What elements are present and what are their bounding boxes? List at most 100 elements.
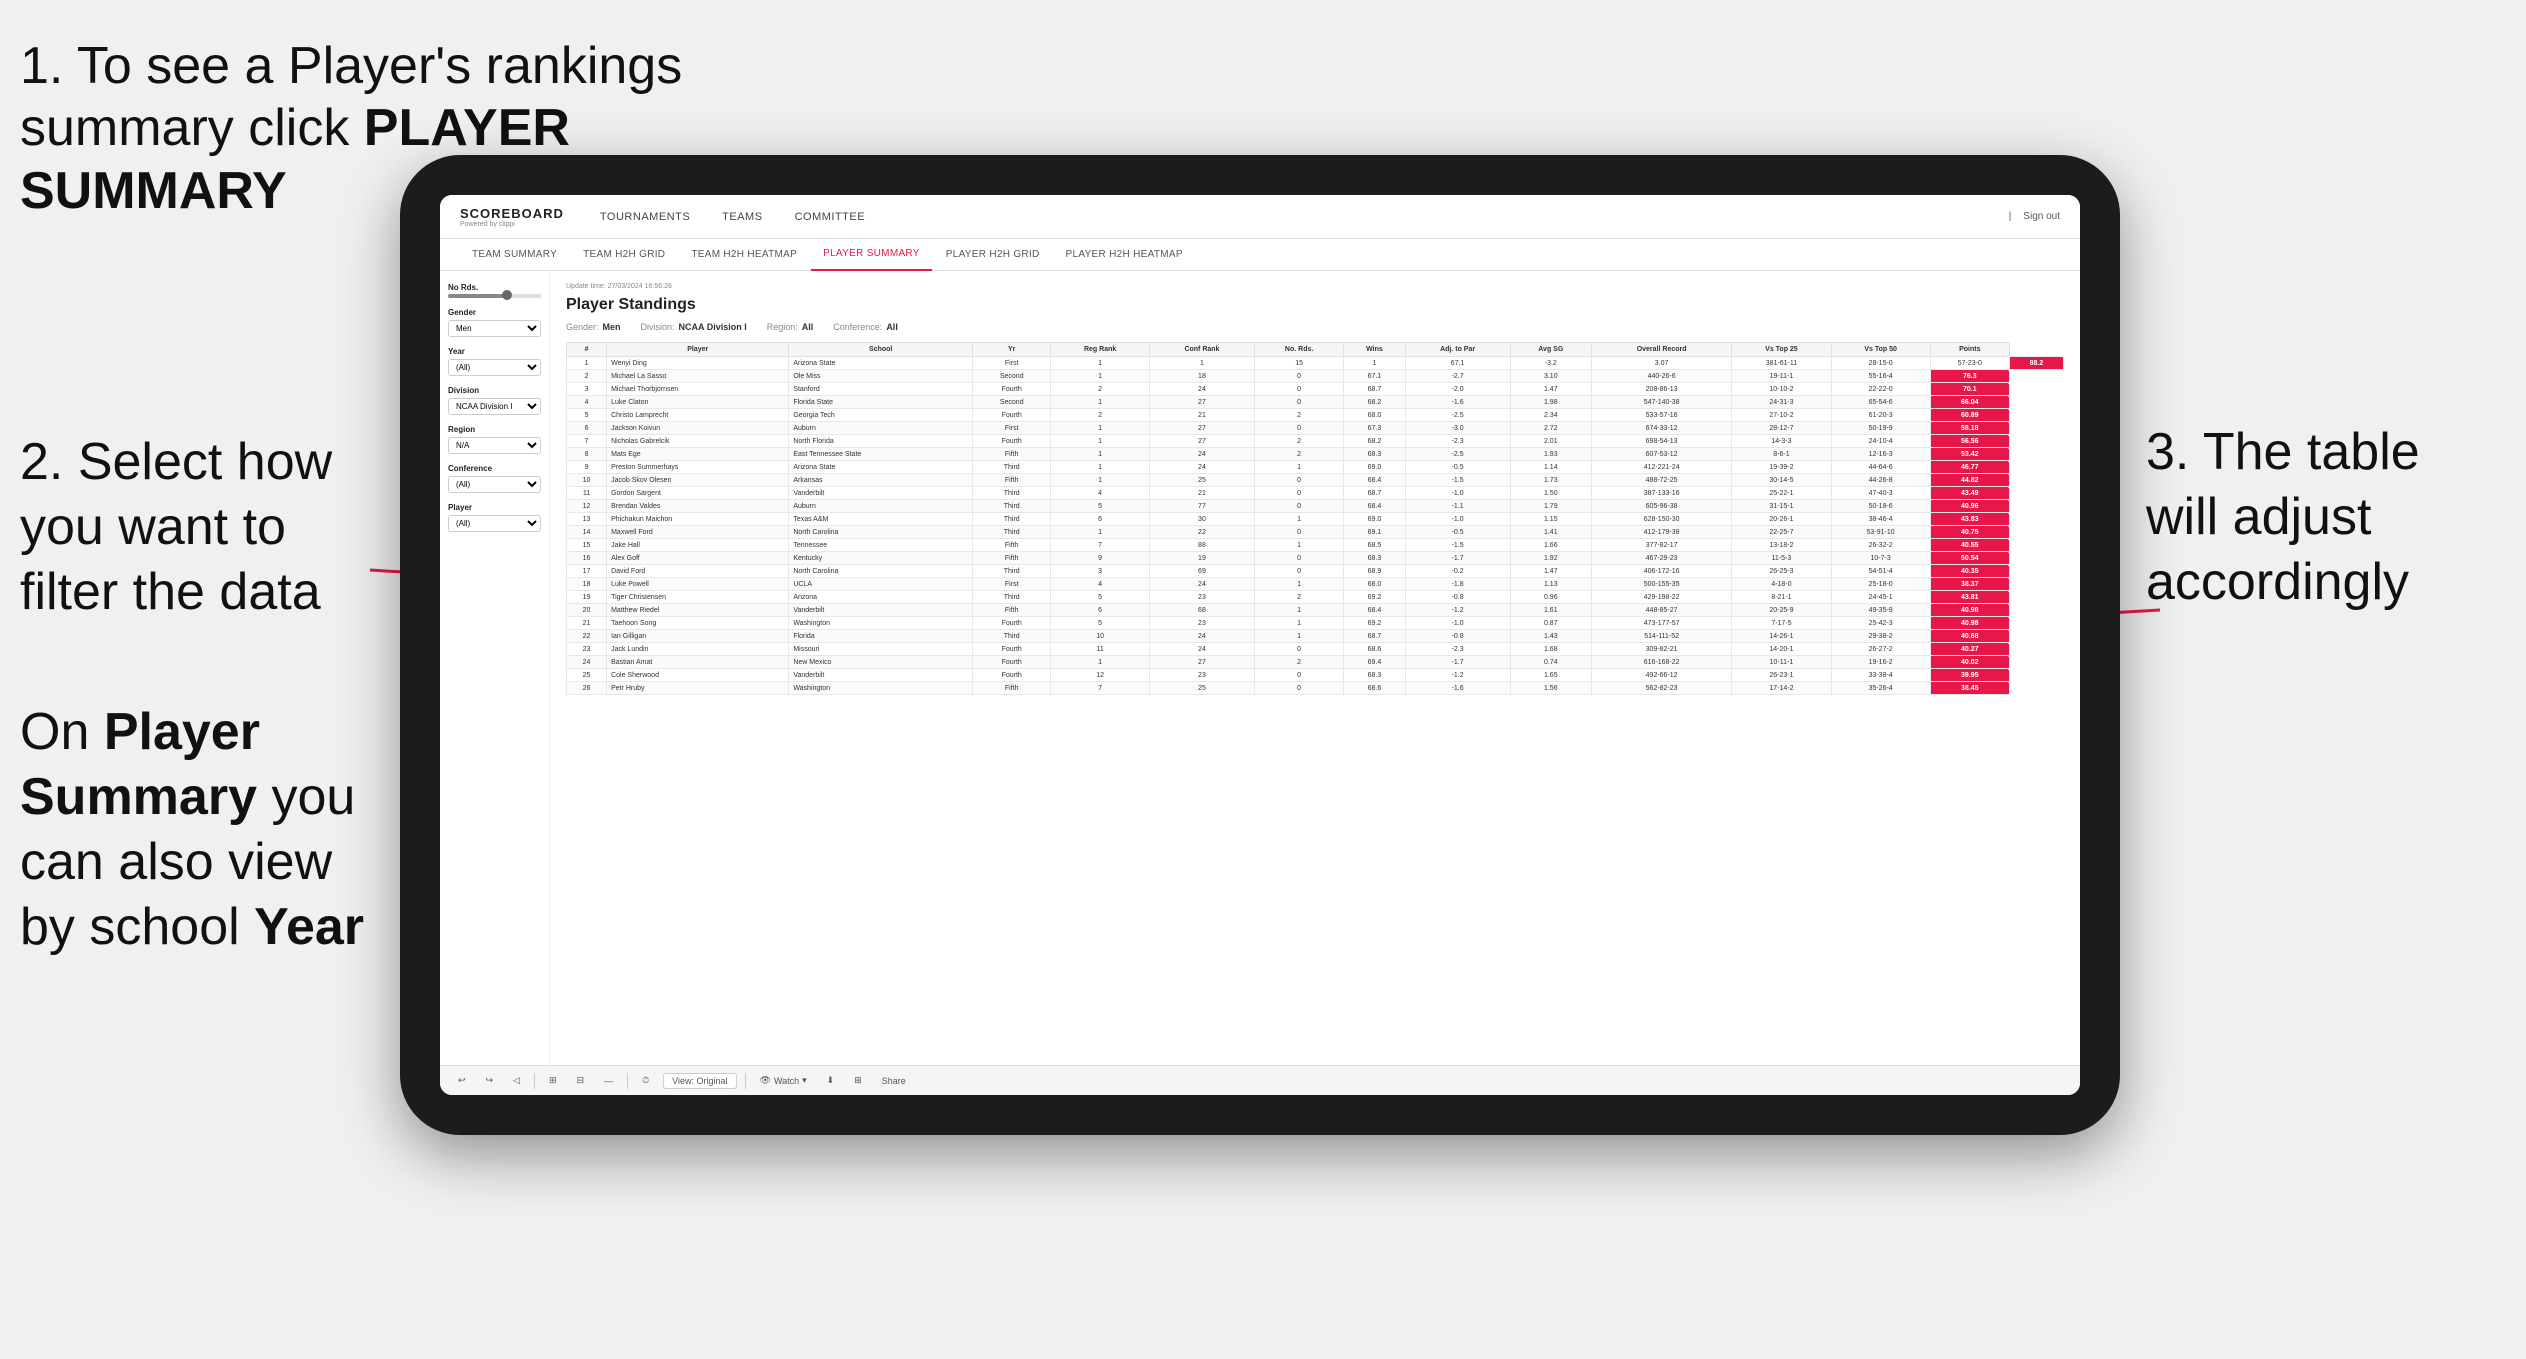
table-row: 5Christo LamprechtGeorgia TechFourth2212… [567, 409, 2064, 422]
table-row: 18Luke PowellUCLAFirst424168.0-1.81.1350… [567, 578, 2064, 591]
nav-teams[interactable]: TEAMS [706, 195, 778, 239]
toolbar-sep3 [745, 1073, 746, 1089]
nav-items: TOURNAMENTS TEAMS COMMITTEE [584, 195, 2009, 239]
division-select[interactable]: NCAA Division I NCAA Division II NCAA Di… [448, 398, 541, 415]
no-rds-label: No Rds. [448, 283, 541, 292]
table-row: 7Nicholas GabrelcikNorth FloridaFourth12… [567, 435, 2064, 448]
col-reg-rank: Reg Rank [1051, 343, 1150, 357]
logo-title: SCOREBOARD [460, 206, 564, 221]
toolbar-dash[interactable]: — [598, 1074, 619, 1088]
logo-sub: Powered by clippi [460, 221, 564, 228]
year-label: Year [448, 347, 541, 356]
table-row: 25Cole SherwoodVanderbiltFourth1223068.3… [567, 669, 2064, 682]
gender-filter: Gender Men Women [448, 308, 541, 337]
col-overall: Overall Record [1591, 343, 1731, 357]
table-row: 17David FordNorth CarolinaThird369068.9-… [567, 565, 2064, 578]
year-select[interactable]: (All) First Second Third Fourth Fifth [448, 359, 541, 376]
toolbar-sep1 [534, 1073, 535, 1089]
tab-team-h2h-grid[interactable]: TEAM H2H GRID [571, 239, 677, 271]
table-row: 1Wenyi DingArizona StateFirst1115167.1-3… [567, 357, 2064, 370]
table-row: 4Luke ClatonFlorida StateSecond127068.2-… [567, 396, 2064, 409]
division-label: Division [448, 386, 541, 395]
table-row: 24Bastian AmatNew MexicoFourth127269.4-1… [567, 656, 2064, 669]
tab-player-h2h-grid[interactable]: PLAYER H2H GRID [934, 239, 1052, 271]
table-row: 26Petr HrubyWashingtonFifth725068.6-1.61… [567, 682, 2064, 695]
filter-chip-conference: Conference: All [833, 322, 898, 332]
slider-thumb[interactable] [502, 290, 512, 300]
table-row: 2Michael La SassoOle MissSecond118067.1-… [567, 370, 2064, 383]
toolbar-undo[interactable]: ↩ [452, 1073, 472, 1088]
sub-nav: TEAM SUMMARY TEAM H2H GRID TEAM H2H HEAT… [440, 239, 2080, 271]
table-row: 8Mats EgeEast Tennessee StateFifth124268… [567, 448, 2064, 461]
filter-chip-division: Division: NCAA Division I [641, 322, 747, 332]
col-points: Points [1930, 343, 2009, 357]
player-label: Player [448, 503, 541, 512]
slider-fill [448, 294, 504, 298]
tab-player-h2h-heatmap[interactable]: PLAYER H2H HEATMAP [1054, 239, 1195, 271]
tab-team-h2h-heatmap[interactable]: TEAM H2H HEATMAP [679, 239, 809, 271]
col-vs-top50: Vs Top 50 [1831, 343, 1930, 357]
table-row: 19Tiger ChristensenArizonaThird523269.2-… [567, 591, 2064, 604]
standings-title: Player Standings [566, 296, 2064, 314]
filter-chip-gender: Gender: Men [566, 322, 621, 332]
table-row: 14Maxwell FordNorth CarolinaThird122069.… [567, 526, 2064, 539]
col-school: School [789, 343, 973, 357]
table-row: 12Brendan ValdesAuburnThird577068.4-1.11… [567, 500, 2064, 513]
nav-tournaments[interactable]: TOURNAMENTS [584, 195, 706, 239]
annotation-step-3: 3. The table will adjust accordingly [2146, 420, 2506, 615]
nav-logo: SCOREBOARD Powered by clippi [460, 206, 564, 228]
col-no-rds: No. Rds. [1254, 343, 1343, 357]
filter-row: Gender: Men Division: NCAA Division I Re… [566, 322, 2064, 332]
table-row: 13Phichakun MaichonTexas A&MThird630169.… [567, 513, 2064, 526]
col-adj: Adj. to Par [1405, 343, 1510, 357]
filter-panel: No Rds. Gender Men Women [440, 271, 550, 1065]
nav-committee[interactable]: COMMITTEE [779, 195, 882, 239]
col-wins: Wins [1344, 343, 1405, 357]
toolbar-back[interactable]: ◁ [507, 1073, 526, 1088]
toolbar-clock[interactable]: ⏱ [636, 1073, 655, 1088]
toolbar-grid[interactable]: ⊞ [848, 1073, 868, 1088]
no-rds-slider[interactable] [448, 294, 541, 298]
tab-player-summary[interactable]: PLAYER SUMMARY [811, 239, 932, 271]
filter-chip-region: Region: All [767, 322, 814, 332]
toolbar-redo[interactable]: ↪ [480, 1073, 500, 1088]
gender-select[interactable]: Men Women [448, 320, 541, 337]
region-label: Region [448, 425, 541, 434]
filter-gender-value: Men [603, 322, 621, 332]
bottom-toolbar: ↩ ↪ ◁ ⊞ ⊟ — ⏱ View: Original 👁 Watch ▾ ⬇… [440, 1065, 2080, 1095]
update-time: Update time: 27/03/2024 16:56:26 [566, 283, 2064, 290]
toolbar-view[interactable]: View: Original [663, 1073, 736, 1089]
conference-select[interactable]: (All) [448, 476, 541, 493]
nav-bar: SCOREBOARD Powered by clippi TOURNAMENTS… [440, 195, 2080, 239]
filter-conference-value: All [886, 322, 898, 332]
standings-table: # Player School Yr Reg Rank Conf Rank No… [566, 342, 2064, 695]
table-area: Update time: 27/03/2024 16:56:26 Player … [550, 271, 2080, 1065]
region-select[interactable]: N/A All [448, 437, 541, 454]
annotation-step-2: 2. Select how you want to filter the dat… [20, 430, 360, 625]
sign-out-link[interactable]: Sign out [2023, 211, 2060, 222]
tablet-screen: SCOREBOARD Powered by clippi TOURNAMENTS… [440, 195, 2080, 1095]
toolbar-watch[interactable]: 👁 Watch ▾ [754, 1073, 813, 1088]
conference-filter: Conference (All) [448, 464, 541, 493]
toolbar-share[interactable]: Share [876, 1074, 912, 1088]
col-avg-sg: Avg SG [1510, 343, 1591, 357]
table-row: 6Jackson KoivunAuburnFirst127067.3-3.02.… [567, 422, 2064, 435]
toolbar-paste[interactable]: ⊟ [571, 1073, 591, 1088]
col-rank: # [567, 343, 607, 357]
player-select[interactable]: (All) [448, 515, 541, 532]
toolbar-copy[interactable]: ⊞ [543, 1073, 563, 1088]
table-row: 10Jacob Skov OlesenArkansasFifth125068.4… [567, 474, 2064, 487]
slider-track [448, 294, 541, 298]
division-filter: Division NCAA Division I NCAA Division I… [448, 386, 541, 415]
toolbar-download[interactable]: ⬇ [821, 1073, 841, 1088]
toolbar-sep2 [627, 1073, 628, 1089]
player-filter: Player (All) [448, 503, 541, 532]
col-conf-rank: Conf Rank [1149, 343, 1254, 357]
table-row: 16Alex GoffKentuckyFifth919068.3-1.71.92… [567, 552, 2064, 565]
col-yr: Yr [973, 343, 1051, 357]
tab-team-summary[interactable]: TEAM SUMMARY [460, 239, 569, 271]
region-filter: Region N/A All [448, 425, 541, 454]
tablet-device: SCOREBOARD Powered by clippi TOURNAMENTS… [400, 155, 2120, 1135]
table-row: 21Taehoon SongWashingtonFourth523169.2-1… [567, 617, 2064, 630]
table-row: 22Ian GilliganFloridaThird1024168.7-0.81… [567, 630, 2064, 643]
